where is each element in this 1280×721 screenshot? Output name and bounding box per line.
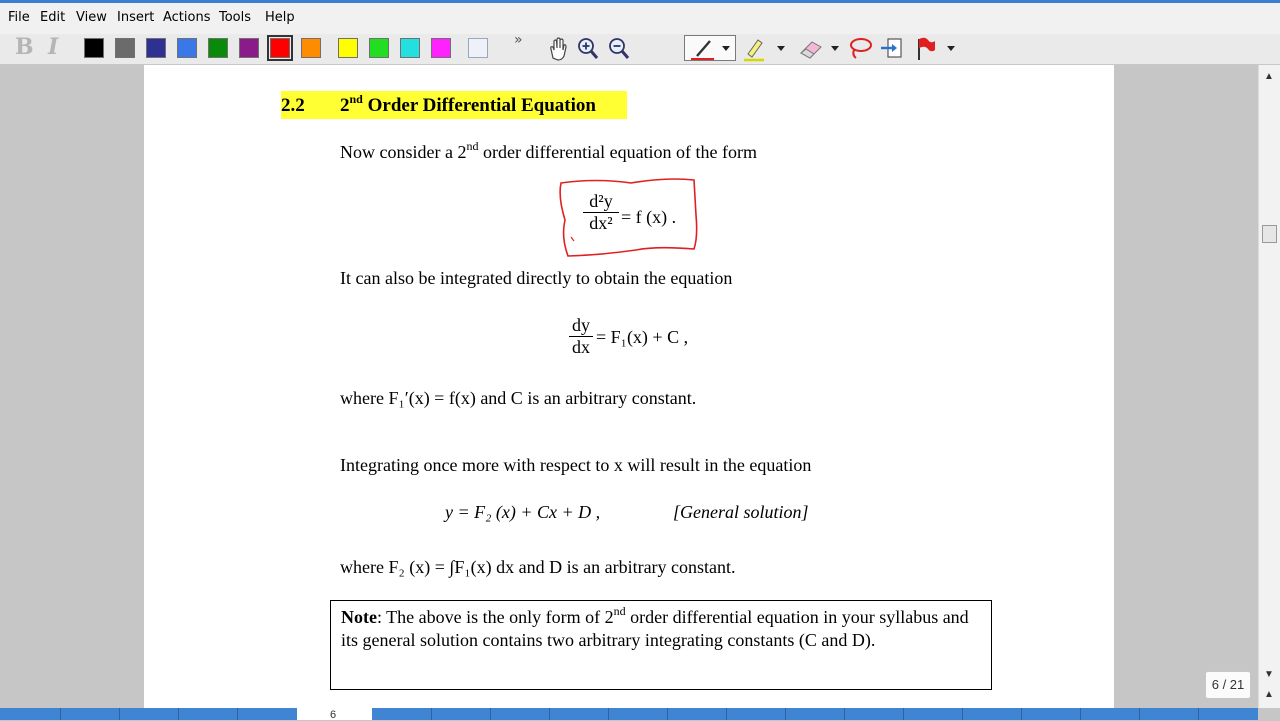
vertical-scrollbar[interactable]: ▲ ▼ ▲ [1258, 65, 1280, 708]
equation-3: y = F₂ (x) + Cx + D , [445, 502, 601, 522]
bold-button[interactable]: B [15, 34, 34, 60]
intro-text-rest: order differential equation of the form [478, 142, 758, 162]
paragraph-intro: Now consider a 2nd order differential eq… [340, 139, 758, 163]
zoom-in-icon[interactable] [576, 34, 600, 64]
paragraph-integrating-once-more: Integrating once more with respect to x … [340, 455, 812, 475]
note-label: Note [341, 607, 377, 627]
color-swatch-blue[interactable] [177, 38, 197, 58]
menu-edit[interactable]: Edit [40, 10, 65, 25]
pen-tool-button[interactable] [684, 35, 736, 61]
hand-icon[interactable] [546, 34, 568, 64]
heading-superscript: nd [349, 92, 363, 106]
scroll-page-up-icon[interactable]: ▲ [1264, 689, 1274, 700]
menu-help[interactable]: Help [265, 10, 295, 25]
menu-tools[interactable]: Tools [219, 10, 251, 25]
equation-1-numerator: d²y [589, 191, 613, 211]
insert-page-icon[interactable] [879, 34, 905, 64]
color-swatch-purple[interactable] [239, 38, 259, 58]
note-superscript: nd [613, 604, 626, 618]
color-swatch-red[interactable] [267, 35, 293, 61]
pen-icon [691, 40, 714, 60]
scrollbar-thumb[interactable] [1262, 225, 1277, 243]
highlighter-icon[interactable] [742, 34, 768, 64]
scroll-up-arrow-icon[interactable]: ▲ [1264, 71, 1274, 82]
flag-icon[interactable] [912, 34, 938, 64]
toolbar: B I » [0, 32, 1280, 65]
page-indicator: 6 / 21 [1205, 671, 1251, 699]
color-swatch-black[interactable] [84, 38, 104, 58]
chevron-down-icon[interactable] [830, 34, 840, 64]
italic-button[interactable]: I [48, 34, 58, 60]
paragraph-where-f1: where F₁′(x) = f(x) and C is an arbitrar… [340, 388, 697, 408]
note-box: Note: The above is the only form of 2nd … [330, 600, 992, 690]
paragraph-integrate: It can also be integrated directly to ob… [340, 268, 733, 288]
color-swatch-green[interactable] [208, 38, 228, 58]
equation-2-rhs: = F₁(x) + C , [596, 327, 689, 347]
paragraph-where-f2: where F₂ (x) = ∫F₁(x) dx and D is an arb… [340, 557, 736, 577]
equation-2-fraction: dy dx [569, 315, 593, 358]
color-swatch-magenta[interactable] [431, 38, 451, 58]
equation-1-rhs: = f (x) . [621, 207, 677, 227]
heading-prefix: 2 [340, 95, 350, 116]
color-swatch-lime[interactable] [369, 38, 389, 58]
section-heading: 2.2 2nd Order Differential Equation [281, 91, 627, 119]
note-text: : The above is the only form of 2 [376, 607, 614, 627]
equation-1-fraction: d²y dx² [583, 191, 619, 234]
equation-1-denominator: dx² [589, 213, 613, 233]
lasso-icon[interactable] [846, 34, 874, 64]
color-swatch-orange[interactable] [301, 38, 321, 58]
color-swatch-yellow[interactable] [338, 38, 358, 58]
zoom-out-icon[interactable] [607, 34, 631, 64]
color-swatch-navy[interactable] [146, 38, 166, 58]
color-swatch-cyan[interactable] [400, 38, 420, 58]
heading-rest: Order Differential Equation [362, 95, 596, 116]
menu-view[interactable]: View [76, 10, 107, 25]
color-swatch-gray[interactable] [115, 38, 135, 58]
equation-2-numerator: dy [572, 315, 590, 335]
general-solution-label: [General solution] [673, 502, 809, 522]
scroll-down-arrow-icon[interactable]: ▼ [1264, 669, 1274, 680]
document-page: 2.2 2nd Order Differential Equation Now … [144, 65, 1114, 708]
equation-2-denominator: dx [572, 337, 590, 357]
intro-text: Now consider a 2 [340, 142, 467, 162]
more-colors-chevron-icon[interactable]: » [514, 32, 523, 48]
color-picker-button[interactable] [468, 38, 488, 58]
intro-superscript: nd [466, 139, 479, 153]
chevron-down-icon[interactable] [721, 45, 731, 53]
page-strip[interactable]: 6 [0, 708, 1258, 721]
menu-actions[interactable]: Actions [163, 10, 211, 25]
chevron-down-icon[interactable] [946, 34, 956, 64]
eraser-icon[interactable] [797, 34, 825, 64]
menu-file[interactable]: File [8, 10, 30, 25]
section-number: 2.2 [281, 95, 305, 116]
menu-insert[interactable]: Insert [117, 10, 154, 25]
chevron-down-icon[interactable] [776, 34, 786, 64]
section-title: 2nd Order Differential Equation [340, 92, 596, 117]
page-number: 6 [330, 709, 337, 721]
menu-bar: File Edit View Insert Actions Tools Help [0, 0, 1280, 34]
